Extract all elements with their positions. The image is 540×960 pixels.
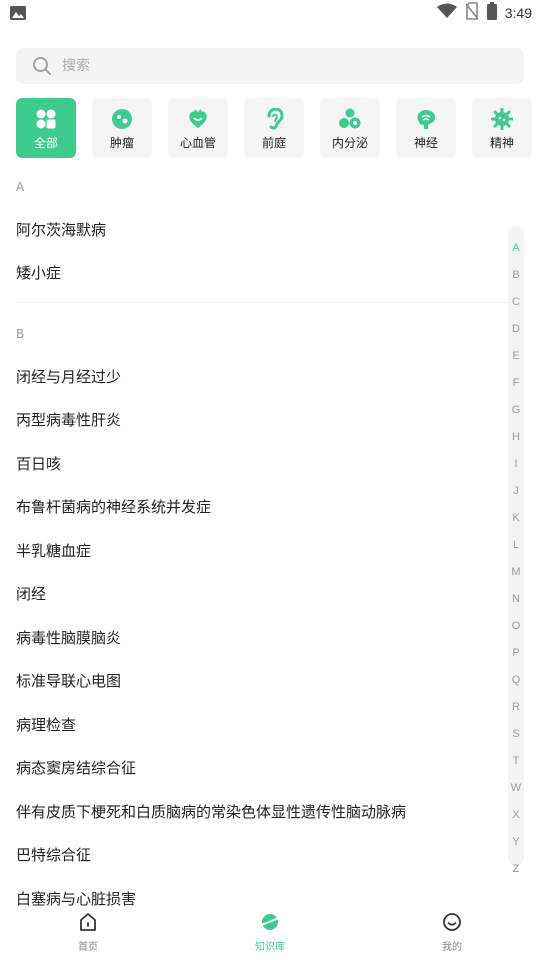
nav-knowledge[interactable]: 知识库 xyxy=(240,912,300,956)
search-bar[interactable] xyxy=(16,48,524,84)
list-item[interactable]: 闭经 xyxy=(16,583,46,604)
heart-icon xyxy=(187,108,209,130)
alpha-letter-i[interactable]: I xyxy=(508,458,524,470)
category-label: 心血管 xyxy=(179,136,216,150)
planet-icon xyxy=(260,912,280,932)
bottom-nav: 首页 知识库 我的 xyxy=(0,908,540,960)
list-item[interactable]: 丙型病毒性肝炎 xyxy=(16,409,121,430)
alpha-letter-e[interactable]: E xyxy=(508,350,524,362)
alpha-letter-f[interactable]: F xyxy=(508,377,524,389)
endocrine-icon xyxy=(339,108,361,130)
nav-label: 首页 xyxy=(78,942,98,953)
list-item[interactable]: 病理检查 xyxy=(16,714,76,735)
image-notification-icon xyxy=(10,5,26,20)
status-bar: 3:49 xyxy=(0,0,540,26)
alpha-letter-a[interactable]: A xyxy=(508,242,524,254)
category-label: 前庭 xyxy=(261,136,286,150)
wifi-icon xyxy=(436,3,457,23)
list-item[interactable]: 白塞病与心脏损害 xyxy=(16,888,136,909)
alpha-letter-k[interactable]: K xyxy=(508,512,524,524)
list-item[interactable]: 矮小症 xyxy=(16,262,61,283)
alpha-letter-b[interactable]: B xyxy=(508,269,524,281)
home-icon xyxy=(78,912,98,932)
no-sim-icon xyxy=(465,2,479,24)
search-icon xyxy=(32,56,52,76)
list-item[interactable]: 病毒性脑膜脑炎 xyxy=(16,627,121,648)
category-label: 神经 xyxy=(413,136,438,150)
category-all[interactable]: 全部 xyxy=(16,98,76,158)
category-label: 肿瘤 xyxy=(109,136,134,150)
battery-icon xyxy=(486,2,497,24)
list-item[interactable]: 闭经与月经过少 xyxy=(16,366,121,387)
alpha-letter-y[interactable]: Y xyxy=(508,836,524,848)
alpha-letter-r[interactable]: R xyxy=(508,701,524,713)
alpha-letter-h[interactable]: H xyxy=(508,431,524,443)
disease-list: A 阿尔茨海默病 矮小症 B 闭经与月经过少 丙型病毒性肝炎 百日咳 布鲁杆菌病… xyxy=(0,172,540,910)
alpha-letter-s[interactable]: S xyxy=(508,728,524,740)
alpha-letter-t[interactable]: T xyxy=(508,755,524,767)
alphabet-index[interactable]: A B C D E F G H I J K L M N O P Q R S T … xyxy=(508,226,524,875)
list-item[interactable]: 标准导联心电图 xyxy=(16,670,121,691)
category-tabs: 全部 肿瘤 心血管 前庭 内分泌 神经 精神 xyxy=(16,98,532,160)
mind-icon xyxy=(491,108,513,130)
alpha-letter-m[interactable]: M xyxy=(508,566,524,578)
alpha-letter-o[interactable]: O xyxy=(508,620,524,632)
list-item[interactable]: 百日咳 xyxy=(16,453,61,474)
list-item[interactable]: 布鲁杆菌病的神经系统并发症 xyxy=(16,496,211,517)
section-header-a: A xyxy=(16,180,25,194)
alpha-letter-j[interactable]: J xyxy=(508,485,524,497)
nav-mine[interactable]: 我的 xyxy=(422,912,482,956)
alpha-letter-q[interactable]: Q xyxy=(508,674,524,686)
category-vestibular[interactable]: 前庭 xyxy=(244,98,304,158)
smiley-icon xyxy=(442,912,462,932)
list-item[interactable]: 巴特综合征 xyxy=(16,844,91,865)
alpha-letter-x[interactable]: X xyxy=(508,809,524,821)
list-item[interactable]: 阿尔茨海默病 xyxy=(16,219,106,240)
alpha-letter-z[interactable]: Z xyxy=(508,863,524,875)
category-label: 精神 xyxy=(489,136,514,150)
alpha-letter-n[interactable]: N xyxy=(508,593,524,605)
ear-icon xyxy=(263,108,285,130)
nav-home[interactable]: 首页 xyxy=(58,912,118,956)
category-tumor[interactable]: 肿瘤 xyxy=(92,98,152,158)
section-header-b: B xyxy=(16,327,25,341)
alpha-letter-p[interactable]: P xyxy=(508,647,524,659)
list-item[interactable]: 半乳糖血症 xyxy=(16,540,91,561)
category-psychiatry[interactable]: 精神 xyxy=(472,98,532,158)
category-cardiovascular[interactable]: 心血管 xyxy=(168,98,228,158)
alpha-letter-g[interactable]: G xyxy=(508,404,524,416)
search-input[interactable] xyxy=(62,58,482,74)
tumor-icon xyxy=(111,108,133,130)
category-neurology[interactable]: 神经 xyxy=(396,98,456,158)
list-item[interactable]: 病态窦房结综合征 xyxy=(16,757,136,778)
category-label: 全部 xyxy=(33,136,58,150)
nav-label: 我的 xyxy=(442,942,462,953)
alpha-letter-w[interactable]: W xyxy=(508,782,524,794)
status-time: 3:49 xyxy=(504,5,532,21)
status-icons: 3:49 xyxy=(436,2,532,24)
alpha-letter-c[interactable]: C xyxy=(508,296,524,308)
category-endocrine[interactable]: 内分泌 xyxy=(320,98,380,158)
category-label: 内分泌 xyxy=(331,136,368,150)
list-item[interactable]: 伴有皮质下梗死和白质脑病的常染色体显性遗传性脑动脉病 xyxy=(16,801,406,822)
brain-icon xyxy=(415,108,437,130)
section-divider xyxy=(16,302,508,303)
nav-label: 知识库 xyxy=(255,942,285,953)
alpha-letter-l[interactable]: L xyxy=(508,539,524,551)
alpha-letter-d[interactable]: D xyxy=(508,323,524,335)
grid-icon xyxy=(35,108,57,130)
